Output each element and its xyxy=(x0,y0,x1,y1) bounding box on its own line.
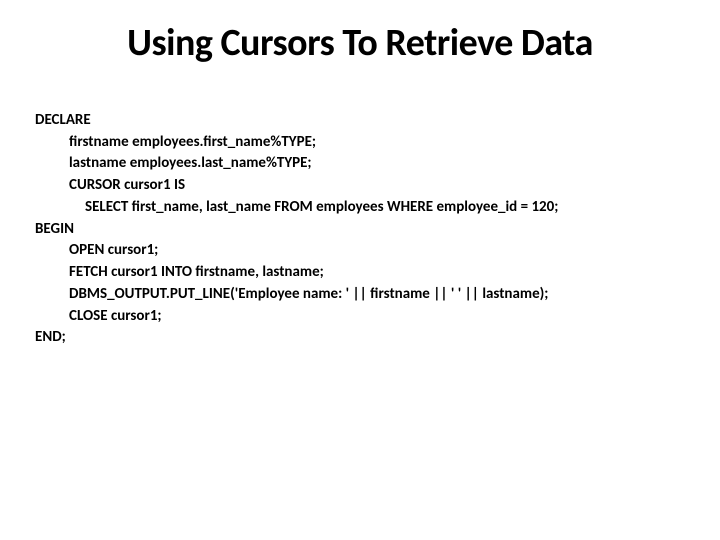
code-line: FETCH cursor1 INTO firstname, lastname; xyxy=(69,262,324,284)
code-line: END; xyxy=(35,328,66,346)
code-block: DECLARE firstname employees.first_name%T… xyxy=(35,88,685,371)
code-line: lastname employees.last_name%TYPE; xyxy=(69,153,312,175)
page-title: Using Cursors To Retrieve Data xyxy=(35,20,685,66)
code-line: firstname employees.first_name%TYPE; xyxy=(69,132,316,154)
code-line: OPEN cursor1; xyxy=(69,240,158,262)
code-line: CURSOR cursor1 IS xyxy=(69,175,185,197)
code-line: CLOSE cursor1; xyxy=(69,306,162,328)
code-line: SELECT first_name, last_name FROM employ… xyxy=(85,197,558,219)
slide: Using Cursors To Retrieve Data DECLARE f… xyxy=(0,0,720,371)
code-line: DBMS_OUTPUT.PUT_LINE('Employee name: ' |… xyxy=(69,284,548,306)
code-line: BEGIN xyxy=(35,220,74,238)
code-line: DECLARE xyxy=(35,111,91,129)
